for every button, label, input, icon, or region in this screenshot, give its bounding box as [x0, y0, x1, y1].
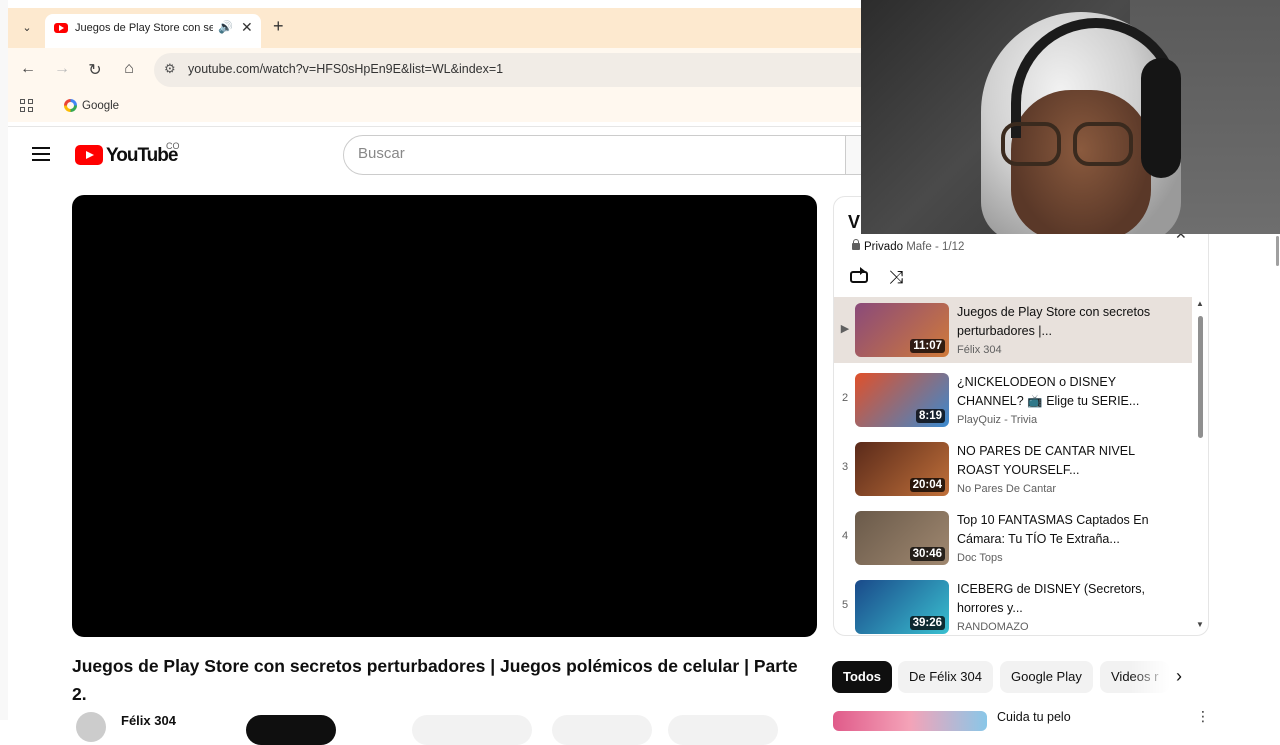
playlist-item[interactable]: 3 20:04 NO PARES DE CANTAR NIVEL ROAST YOU… [834, 436, 1192, 502]
apps-grid-icon[interactable] [20, 99, 34, 113]
channel-avatar[interactable] [76, 712, 106, 742]
playlist-title[interactable]: V [848, 212, 860, 233]
tab-search-icon[interactable]: ⌄ [18, 19, 36, 37]
webcam-overlay [861, 0, 1280, 234]
playlist-item-index: 2 [841, 392, 849, 404]
menu-icon[interactable] [32, 146, 50, 162]
country-code: CO [166, 141, 180, 151]
playlist-item[interactable]: 5 39:26 ICEBERG de DISNEY (Secretors, horr… [834, 574, 1192, 636]
bookmarks-bar: Google [8, 92, 868, 122]
back-arrow-icon[interactable]: ← [18, 60, 38, 78]
window-edge [0, 0, 8, 720]
playlist-item[interactable]: ▶ 11:07 Juegos de Play Store con secretos … [834, 297, 1192, 363]
playlist-item-index: ▶ [840, 323, 850, 335]
address-bar[interactable]: ⚙ youtube.com/watch?v=HFS0sHpEn9E&list=W… [154, 53, 874, 87]
tab-close-icon[interactable]: ✕ [241, 19, 253, 36]
playlist-item-thumbnail[interactable]: 30:46 [855, 511, 949, 565]
video-player[interactable] [72, 195, 817, 637]
duration-badge: 20:04 [909, 478, 945, 492]
playlist-owner-position: Mafe - 1/12 [906, 241, 965, 253]
recommendation-title[interactable]: Cuida tu pelo [997, 710, 1071, 724]
duration-badge: 8:19 [915, 409, 945, 423]
playlist-meta: Privado Mafe - 1/12 [852, 239, 965, 253]
playlist-item-index: 4 [841, 530, 849, 542]
loop-icon[interactable] [848, 266, 870, 288]
recommendation-thumbnail[interactable] [833, 711, 987, 731]
playlist-item-thumbnail[interactable]: 11:07 [855, 303, 949, 357]
address-url[interactable]: youtube.com/watch?v=HFS0sHpEn9E&list=WL&… [188, 62, 503, 76]
chevron-right-icon[interactable]: › [1176, 666, 1182, 687]
playlist-item-channel[interactable]: PlayQuiz - Trivia [957, 414, 1037, 426]
tab-title: Juegos de Play Store con se [75, 22, 213, 34]
duration-badge: 30:46 [909, 547, 945, 561]
new-tab-button[interactable]: + [273, 16, 284, 37]
playlist-item-title[interactable]: ICEBERG de DISNEY (Secretors, horrores y… [957, 580, 1157, 618]
lock-icon [852, 239, 860, 250]
playlist-item-thumbnail[interactable]: 39:26 [855, 580, 949, 634]
filter-chip[interactable]: De Félix 304 [898, 661, 993, 693]
forward-arrow-icon[interactable]: → [52, 60, 72, 78]
bookmark-google[interactable]: Google [82, 100, 119, 112]
playlist-item[interactable]: 2 8:19 ¿NICKELODEON o DISNEY CHANNEL? 📺 El… [834, 367, 1192, 433]
scroll-down-icon[interactable]: ▼ [1196, 620, 1204, 629]
chip-fade [1130, 661, 1170, 693]
duration-badge: 39:26 [909, 616, 945, 630]
home-icon[interactable]: ⌂ [119, 60, 139, 78]
site-info-icon[interactable]: ⚙ [164, 61, 176, 77]
playlist-item[interactable]: 4 30:46 Top 10 FANTASMAS Captados En Cámar… [834, 505, 1192, 571]
playlist-item-thumbnail[interactable]: 8:19 [855, 373, 949, 427]
search-input[interactable] [358, 145, 828, 162]
playlist-item-title[interactable]: ¿NICKELODEON o DISNEY CHANNEL? 📺 Elige t… [957, 373, 1157, 411]
playlist-item-channel[interactable]: Félix 304 [957, 344, 1002, 356]
more-options-icon[interactable]: ⋮ [1196, 708, 1210, 725]
playlist-item-channel[interactable]: No Pares De Cantar [957, 483, 1056, 495]
duration-badge: 11:07 [910, 339, 945, 353]
speaker-icon[interactable]: 🔊 [218, 20, 233, 34]
browser-tabbar: ⌄ Juegos de Play Store con se 🔊 ✕ + [8, 8, 868, 48]
youtube-favicon-icon [54, 23, 68, 33]
shuffle-icon[interactable]: ⤨ [885, 266, 907, 288]
playlist-item-title[interactable]: Juegos de Play Store con secretos pertur… [957, 303, 1157, 341]
search-box[interactable] [343, 135, 846, 175]
filter-chip[interactable]: Google Play [1000, 661, 1093, 693]
page-scrollbar[interactable] [1276, 236, 1279, 266]
playlist-item-channel[interactable]: Doc Tops [957, 552, 1003, 564]
playlist-item-title[interactable]: Top 10 FANTASMAS Captados En Cámara: Tu … [957, 511, 1157, 549]
search-button[interactable] [846, 135, 862, 175]
playlist-item-index: 5 [841, 599, 849, 611]
reload-icon[interactable]: ↻ [85, 60, 105, 80]
video-title: Juegos de Play Store con secretos pertur… [72, 656, 798, 704]
filter-chip[interactable]: Todos [832, 661, 893, 693]
playlist-item-title[interactable]: NO PARES DE CANTAR NIVEL ROAST YOURSELF.… [957, 442, 1157, 480]
browser-tab-active[interactable]: Juegos de Play Store con se 🔊 ✕ [45, 14, 261, 48]
playlist-scrollbar[interactable] [1198, 316, 1203, 438]
channel-name[interactable]: Félix 304 [121, 713, 176, 728]
youtube-logo-icon[interactable] [75, 145, 103, 165]
playlist-item-index: 3 [841, 461, 849, 473]
privacy-label: Privado [864, 241, 903, 253]
playlist-item-channel[interactable]: RANDOMAZO [957, 621, 1029, 633]
browser-toolbar: ← → ↻ ⌂ ⚙ youtube.com/watch?v=HFS0sHpEn9… [8, 48, 874, 92]
divider [8, 126, 868, 127]
playlist-item-thumbnail[interactable]: 20:04 [855, 442, 949, 496]
scroll-up-icon[interactable]: ▲ [1196, 299, 1204, 308]
google-icon[interactable] [64, 99, 77, 112]
